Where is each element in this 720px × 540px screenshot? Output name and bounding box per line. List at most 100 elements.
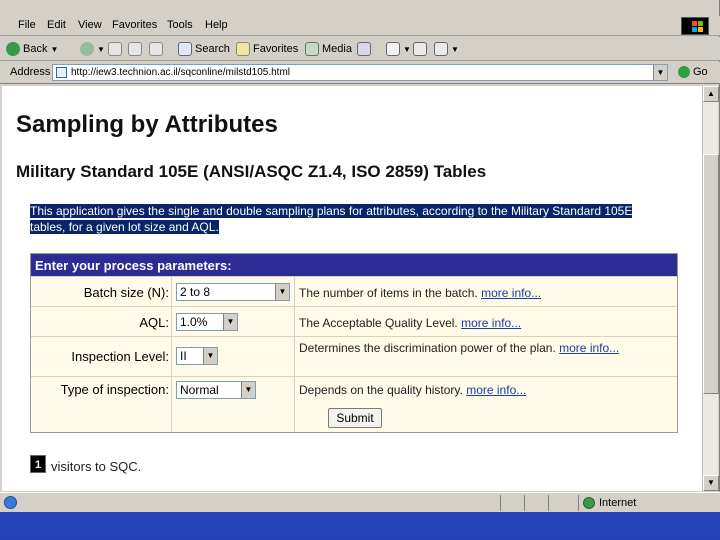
- chevron-down-icon[interactable]: ▼: [653, 65, 667, 80]
- search-icon: [178, 42, 192, 56]
- menu-view[interactable]: View: [78, 19, 102, 31]
- back-label: Back: [23, 43, 48, 55]
- chevron-down-icon: ▼: [223, 314, 237, 330]
- search-label: Search: [195, 43, 230, 55]
- history-icon: [357, 42, 371, 56]
- inspection-level-label: Inspection Level:: [71, 349, 169, 364]
- edit-button[interactable]: ▼: [434, 41, 459, 57]
- media-label: Media: [322, 43, 352, 55]
- aql-select[interactable]: 1.0% ▼: [176, 313, 238, 331]
- address-url: http://iew3.technion.ac.il/sqconline/mil…: [71, 67, 291, 78]
- refresh-icon: [128, 42, 142, 56]
- type-of-inspection-more-info-link[interactable]: more info...: [466, 383, 526, 397]
- go-label: Go: [693, 66, 708, 78]
- zone-label: Internet: [599, 497, 637, 509]
- inspection-level-select[interactable]: II ▼: [176, 347, 218, 365]
- menu-favorites[interactable]: Favorites: [112, 19, 157, 31]
- page-content: Sampling by Attributes Military Standard…: [2, 86, 702, 491]
- menu-file[interactable]: File: [18, 19, 36, 31]
- scroll-thumb[interactable]: [703, 154, 719, 394]
- type-of-inspection-desc-text: Depends on the quality history.: [299, 383, 463, 397]
- favorites-button[interactable]: Favorites: [236, 41, 298, 57]
- edit-icon: [434, 42, 448, 56]
- vertical-scrollbar[interactable]: ▲ ▼: [702, 86, 719, 491]
- forward-arrow-icon: [80, 42, 94, 56]
- print-button[interactable]: [413, 41, 427, 57]
- scroll-up-arrow-icon[interactable]: ▲: [703, 86, 719, 102]
- home-button[interactable]: [149, 41, 163, 57]
- inspection-level-value: II: [180, 349, 187, 363]
- batch-size-value: 2 to 8: [180, 285, 211, 299]
- chevron-down-icon: ▼: [275, 284, 289, 300]
- print-icon: [413, 42, 427, 56]
- submit-button[interactable]: Submit: [328, 408, 382, 428]
- aql-more-info-link[interactable]: more info...: [461, 316, 521, 330]
- inspection-level-desc: Determines the discrimination power of t…: [299, 340, 659, 356]
- chevron-down-icon: ▼: [97, 44, 105, 54]
- row-aql: AQL: 1.0% ▼ The Acceptable Quality Level…: [31, 306, 677, 336]
- menu-bar: File Edit View Favorites Tools Help: [0, 16, 720, 36]
- forward-button[interactable]: ▼: [80, 41, 105, 57]
- inspection-level-more-info-link[interactable]: more info...: [559, 341, 619, 355]
- form-header: Enter your process parameters:: [31, 254, 677, 276]
- intro-text: This application gives the single and do…: [30, 203, 670, 235]
- batch-size-desc-text: The number of items in the batch.: [299, 286, 478, 300]
- stop-icon: [108, 42, 122, 56]
- windows-logo-icon: [681, 17, 709, 35]
- toolbar: Back ▼ ▼ Search Favorites Media ▼ ▼: [0, 37, 720, 61]
- history-button[interactable]: [357, 41, 371, 57]
- stop-button[interactable]: [108, 41, 122, 57]
- status-divider: [524, 495, 525, 511]
- security-zone: Internet: [578, 495, 716, 511]
- browser-window: File Edit View Favorites Tools Help Back…: [0, 0, 720, 512]
- chevron-down-icon: ▼: [451, 44, 459, 54]
- aql-label: AQL:: [139, 315, 169, 330]
- address-bar: Address http://iew3.technion.ac.il/sqcon…: [0, 62, 720, 84]
- mail-button[interactable]: ▼: [386, 41, 411, 57]
- globe-icon: [583, 497, 595, 509]
- back-arrow-icon: [6, 42, 20, 56]
- mail-icon: [386, 42, 400, 56]
- batch-size-label: Batch size (N):: [83, 285, 169, 300]
- type-of-inspection-value: Normal: [180, 383, 219, 397]
- favorites-label: Favorites: [253, 43, 299, 55]
- chevron-down-icon: ▼: [403, 44, 411, 54]
- aql-desc-text: The Acceptable Quality Level.: [299, 316, 458, 330]
- media-icon: [305, 42, 319, 56]
- visitor-counter-badge: 1: [30, 455, 46, 473]
- menu-tools[interactable]: Tools: [167, 19, 193, 31]
- home-icon: [149, 42, 163, 56]
- chevron-down-icon: ▼: [50, 44, 59, 54]
- favorites-icon: [236, 42, 250, 56]
- menu-help[interactable]: Help: [205, 19, 228, 31]
- ie-page-icon: [4, 496, 17, 509]
- page-subtitle: Military Standard 105E (ANSI/ASQC Z1.4, …: [16, 162, 487, 181]
- type-of-inspection-label: Type of inspection:: [60, 382, 169, 397]
- chevron-down-icon: ▼: [203, 348, 217, 364]
- page-icon: [56, 67, 67, 78]
- chevron-down-icon: ▼: [241, 382, 255, 398]
- status-divider: [500, 495, 501, 511]
- go-button[interactable]: Go: [678, 66, 708, 78]
- menu-edit[interactable]: Edit: [47, 19, 66, 31]
- inspection-level-desc-text: Determines the discrimination power of t…: [299, 341, 556, 355]
- type-of-inspection-select[interactable]: Normal ▼: [176, 381, 256, 399]
- row-batch-size: Batch size (N): 2 to 8 ▼ The number of i…: [31, 276, 677, 306]
- address-input[interactable]: http://iew3.technion.ac.il/sqconline/mil…: [52, 64, 668, 81]
- go-arrow-icon: [678, 66, 690, 78]
- aql-desc: The Acceptable Quality Level. more info.…: [299, 315, 659, 331]
- status-bar: Internet: [0, 492, 720, 512]
- back-button[interactable]: Back ▼: [6, 41, 58, 57]
- address-label: Address: [10, 66, 51, 78]
- parameters-form: Enter your process parameters: Batch siz…: [30, 253, 678, 433]
- batch-size-select[interactable]: 2 to 8 ▼: [176, 283, 290, 301]
- search-button[interactable]: Search: [178, 41, 230, 57]
- status-divider: [548, 495, 549, 511]
- intro-highlighted: This application gives the single and do…: [30, 204, 633, 234]
- row-inspection-level: Inspection Level: II ▼ Determines the di…: [31, 336, 677, 376]
- scroll-down-arrow-icon[interactable]: ▼: [703, 475, 719, 491]
- aql-value: 1.0%: [180, 315, 208, 329]
- batch-size-more-info-link[interactable]: more info...: [481, 286, 541, 300]
- refresh-button[interactable]: [128, 41, 142, 57]
- media-button[interactable]: Media: [305, 41, 352, 57]
